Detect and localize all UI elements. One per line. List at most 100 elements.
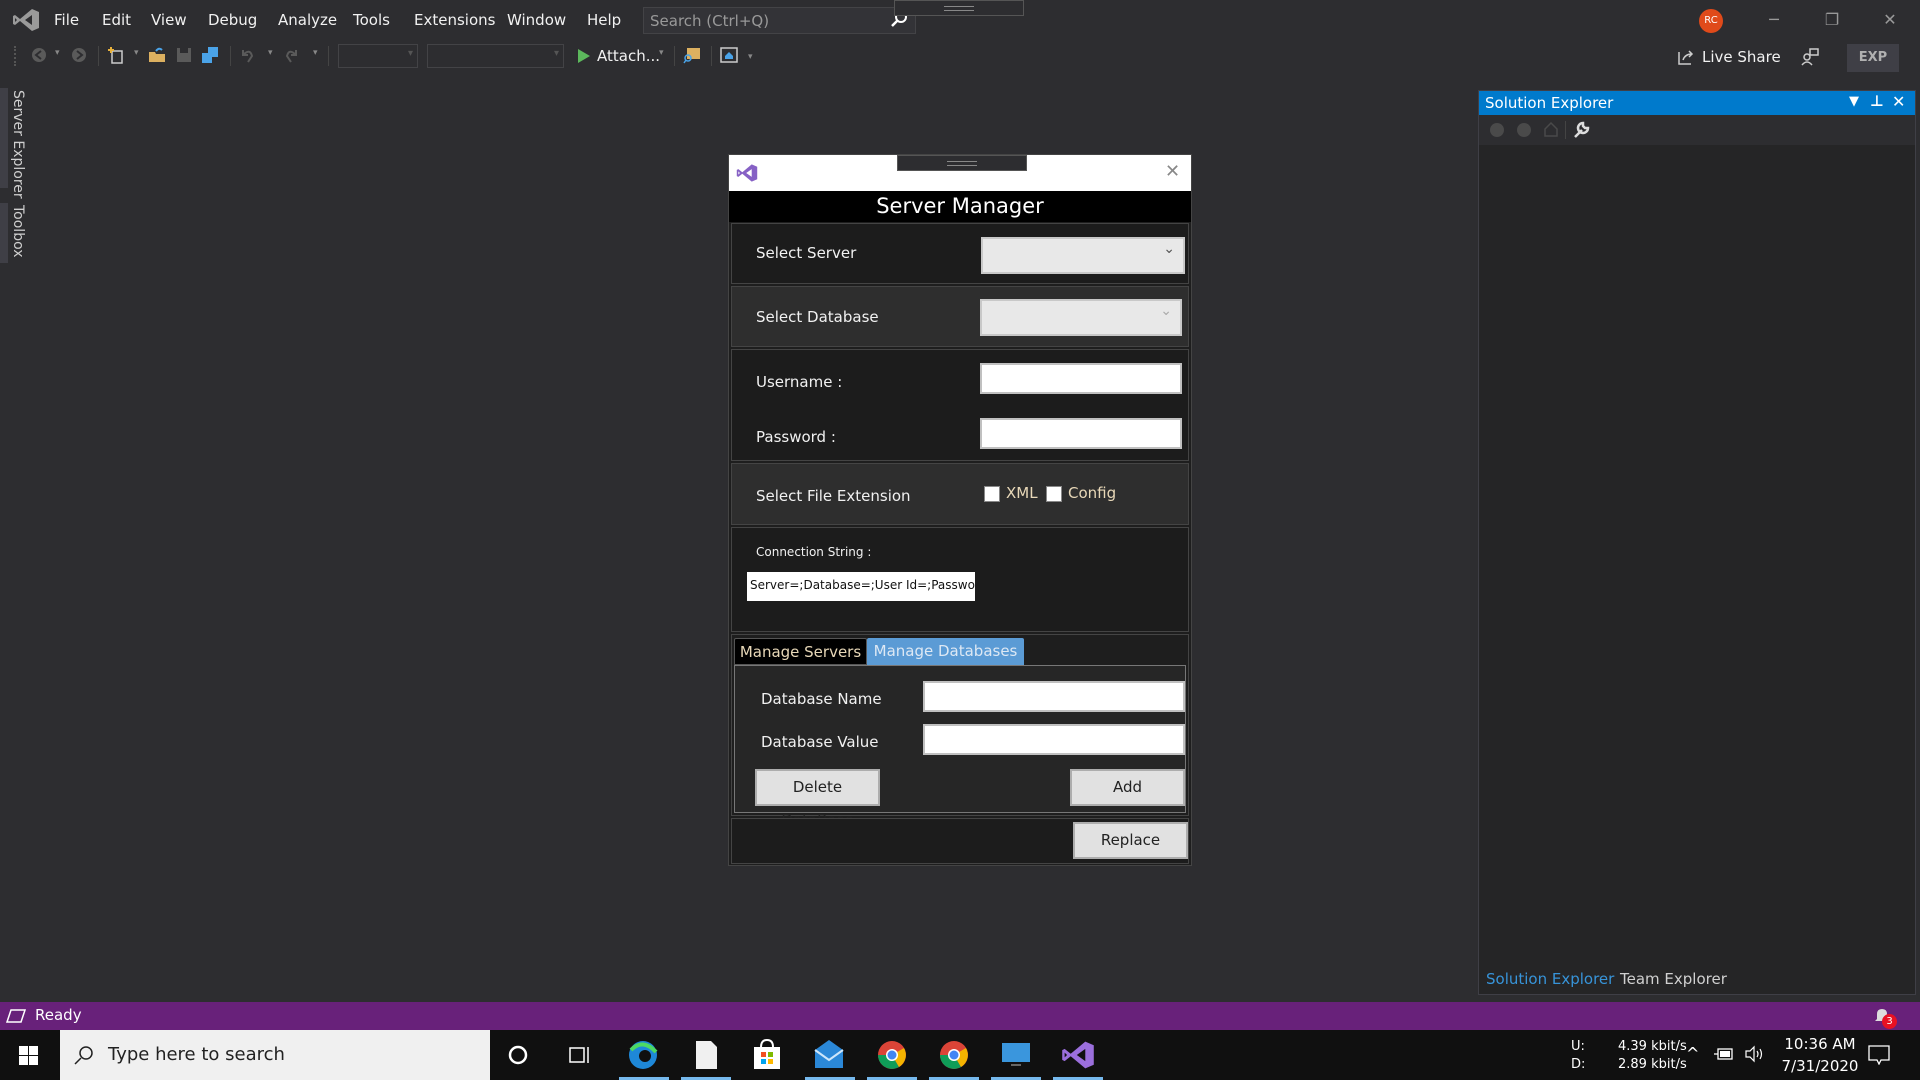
pin-icon[interactable]: ⊥ bbox=[1870, 92, 1884, 110]
server-explorer-tab[interactable]: Server Explorer bbox=[10, 90, 26, 199]
database-name-input[interactable] bbox=[923, 681, 1185, 712]
back-icon[interactable] bbox=[1489, 122, 1505, 138]
visual-studio-icon[interactable] bbox=[1061, 1038, 1095, 1072]
replace-button[interactable]: Replace bbox=[1073, 822, 1188, 859]
search-input[interactable]: Search (Ctrl+Q) bbox=[643, 7, 916, 34]
find-in-files-icon[interactable] bbox=[683, 46, 701, 64]
back-icon[interactable] bbox=[30, 46, 48, 64]
new-dropdown-icon[interactable]: ▾ bbox=[134, 48, 139, 58]
start-icon[interactable] bbox=[577, 48, 591, 64]
menu-debug[interactable]: Debug bbox=[208, 11, 257, 29]
taskbar-search-input[interactable]: Type here to search bbox=[60, 1030, 490, 1080]
status-bar: Ready 3 bbox=[0, 1002, 1920, 1030]
microsoft-store-icon[interactable] bbox=[750, 1038, 784, 1072]
configuration-combo[interactable] bbox=[338, 44, 418, 68]
config-checkbox-label[interactable]: Config bbox=[1068, 484, 1116, 502]
clock-time[interactable]: 10:36 AM bbox=[1780, 1035, 1860, 1053]
panel-close-icon[interactable]: ✕ bbox=[1892, 92, 1905, 111]
toolbar-overflow-icon[interactable]: ▾ bbox=[748, 52, 753, 62]
back-dropdown-icon[interactable]: ▾ bbox=[55, 48, 60, 58]
menu-window[interactable]: Window bbox=[507, 11, 566, 29]
file-icon[interactable] bbox=[689, 1038, 723, 1072]
menu-tools[interactable]: Tools bbox=[353, 11, 390, 29]
exp-badge[interactable]: EXP bbox=[1847, 44, 1899, 72]
menu-help[interactable]: Help bbox=[587, 11, 621, 29]
forward-icon[interactable] bbox=[1516, 122, 1532, 138]
toolbar-separator bbox=[328, 46, 329, 66]
tab-manage-databases[interactable]: Manage Databases bbox=[867, 638, 1024, 665]
connection-string-label: Connection String : bbox=[756, 545, 872, 559]
close-button[interactable]: ✕ bbox=[1880, 10, 1900, 30]
clock-date[interactable]: 7/31/2020 bbox=[1775, 1057, 1865, 1075]
select-database-section: Select Database bbox=[731, 286, 1189, 347]
task-view-icon[interactable] bbox=[569, 1045, 591, 1065]
taskbar: Type here to search U: 4.39 kbit/s D: 2.… bbox=[0, 1030, 1920, 1080]
select-database-combo[interactable] bbox=[980, 299, 1182, 336]
open-folder-icon[interactable] bbox=[148, 46, 166, 64]
solution-explorer-header[interactable]: Solution Explorer ▼ ⊥ ✕ bbox=[1479, 91, 1915, 115]
xml-checkbox[interactable] bbox=[984, 486, 1000, 502]
action-center-icon[interactable] bbox=[1868, 1045, 1890, 1065]
volume-icon[interactable] bbox=[1744, 1045, 1764, 1063]
dialog-drag-handle[interactable] bbox=[897, 155, 1027, 171]
undo-icon[interactable] bbox=[238, 46, 256, 64]
mail-icon[interactable] bbox=[812, 1038, 846, 1072]
battery-icon[interactable] bbox=[1714, 1046, 1734, 1062]
select-server-combo[interactable] bbox=[981, 237, 1185, 274]
redo-icon[interactable] bbox=[283, 46, 301, 64]
database-value-input[interactable] bbox=[923, 724, 1185, 755]
delete-database-button[interactable]: Delete DataBase bbox=[755, 769, 880, 829]
live-share-icon[interactable] bbox=[1677, 48, 1695, 66]
redo-dropdown-icon[interactable]: ▾ bbox=[313, 48, 318, 58]
toolbar-separator bbox=[230, 46, 231, 66]
solution-explorer-toolbar bbox=[1479, 115, 1915, 145]
save-icon[interactable] bbox=[175, 46, 193, 64]
chrome-icon[interactable] bbox=[937, 1038, 971, 1072]
restore-button[interactable]: ❐ bbox=[1822, 10, 1842, 30]
toolbox-rail[interactable] bbox=[0, 203, 8, 263]
connection-string-value[interactable]: Server=;Database=;User Id=;Password=; bbox=[747, 572, 975, 601]
tab-solution-explorer[interactable]: Solution Explorer bbox=[1480, 967, 1621, 993]
dialog-title-bar[interactable]: ✕ bbox=[729, 155, 1191, 191]
add-button[interactable]: Add bbox=[1070, 769, 1185, 806]
menu-file[interactable]: File bbox=[54, 11, 79, 29]
avatar[interactable]: RC bbox=[1699, 9, 1723, 33]
live-share-button[interactable]: Live Share bbox=[1702, 48, 1781, 66]
chrome-icon[interactable] bbox=[875, 1038, 909, 1072]
menu-analyze[interactable]: Analyze bbox=[278, 11, 337, 29]
attach-button[interactable]: Attach... bbox=[597, 47, 660, 65]
username-label: Username : bbox=[756, 373, 843, 391]
xml-checkbox-label[interactable]: XML bbox=[1006, 484, 1038, 502]
username-input[interactable] bbox=[980, 363, 1182, 394]
menu-extensions[interactable]: Extensions bbox=[414, 11, 495, 29]
home-icon[interactable] bbox=[1543, 121, 1559, 137]
feedback-icon[interactable] bbox=[1800, 47, 1820, 67]
properties-wrench-icon[interactable] bbox=[1572, 121, 1590, 139]
attach-dropdown-icon[interactable]: ▾ bbox=[659, 48, 664, 58]
undo-dropdown-icon[interactable]: ▾ bbox=[268, 48, 273, 58]
tab-manage-servers[interactable]: Manage Servers bbox=[734, 638, 867, 665]
menu-edit[interactable]: Edit bbox=[102, 11, 131, 29]
config-checkbox[interactable] bbox=[1046, 486, 1062, 502]
server-explorer-rail[interactable] bbox=[0, 88, 8, 188]
toolbar-grip[interactable] bbox=[14, 46, 18, 66]
dialog-close-icon[interactable]: ✕ bbox=[1165, 161, 1180, 182]
menu-view[interactable]: View bbox=[151, 11, 187, 29]
solution-explorer-home-icon[interactable] bbox=[720, 46, 738, 64]
drag-handle[interactable] bbox=[894, 0, 1024, 16]
minimize-button[interactable]: ─ bbox=[1764, 10, 1784, 30]
visual-studio-logo-icon bbox=[736, 164, 758, 182]
new-project-icon[interactable] bbox=[107, 46, 125, 64]
password-input[interactable] bbox=[980, 418, 1182, 449]
platform-combo[interactable] bbox=[427, 44, 564, 68]
save-all-icon[interactable] bbox=[201, 46, 219, 64]
windows-start-icon[interactable] bbox=[19, 1046, 38, 1065]
forward-icon[interactable] bbox=[70, 46, 88, 64]
panel-dropdown-icon[interactable]: ▼ bbox=[1849, 94, 1859, 109]
remote-desktop-icon[interactable] bbox=[999, 1038, 1033, 1072]
edge-icon[interactable] bbox=[626, 1038, 660, 1072]
cortana-icon[interactable] bbox=[508, 1045, 528, 1065]
show-hidden-icons-chevron-icon[interactable]: ^ bbox=[1686, 1044, 1699, 1063]
tab-team-explorer[interactable]: Team Explorer bbox=[1614, 967, 1733, 993]
toolbox-tab[interactable]: Toolbox bbox=[10, 205, 26, 258]
